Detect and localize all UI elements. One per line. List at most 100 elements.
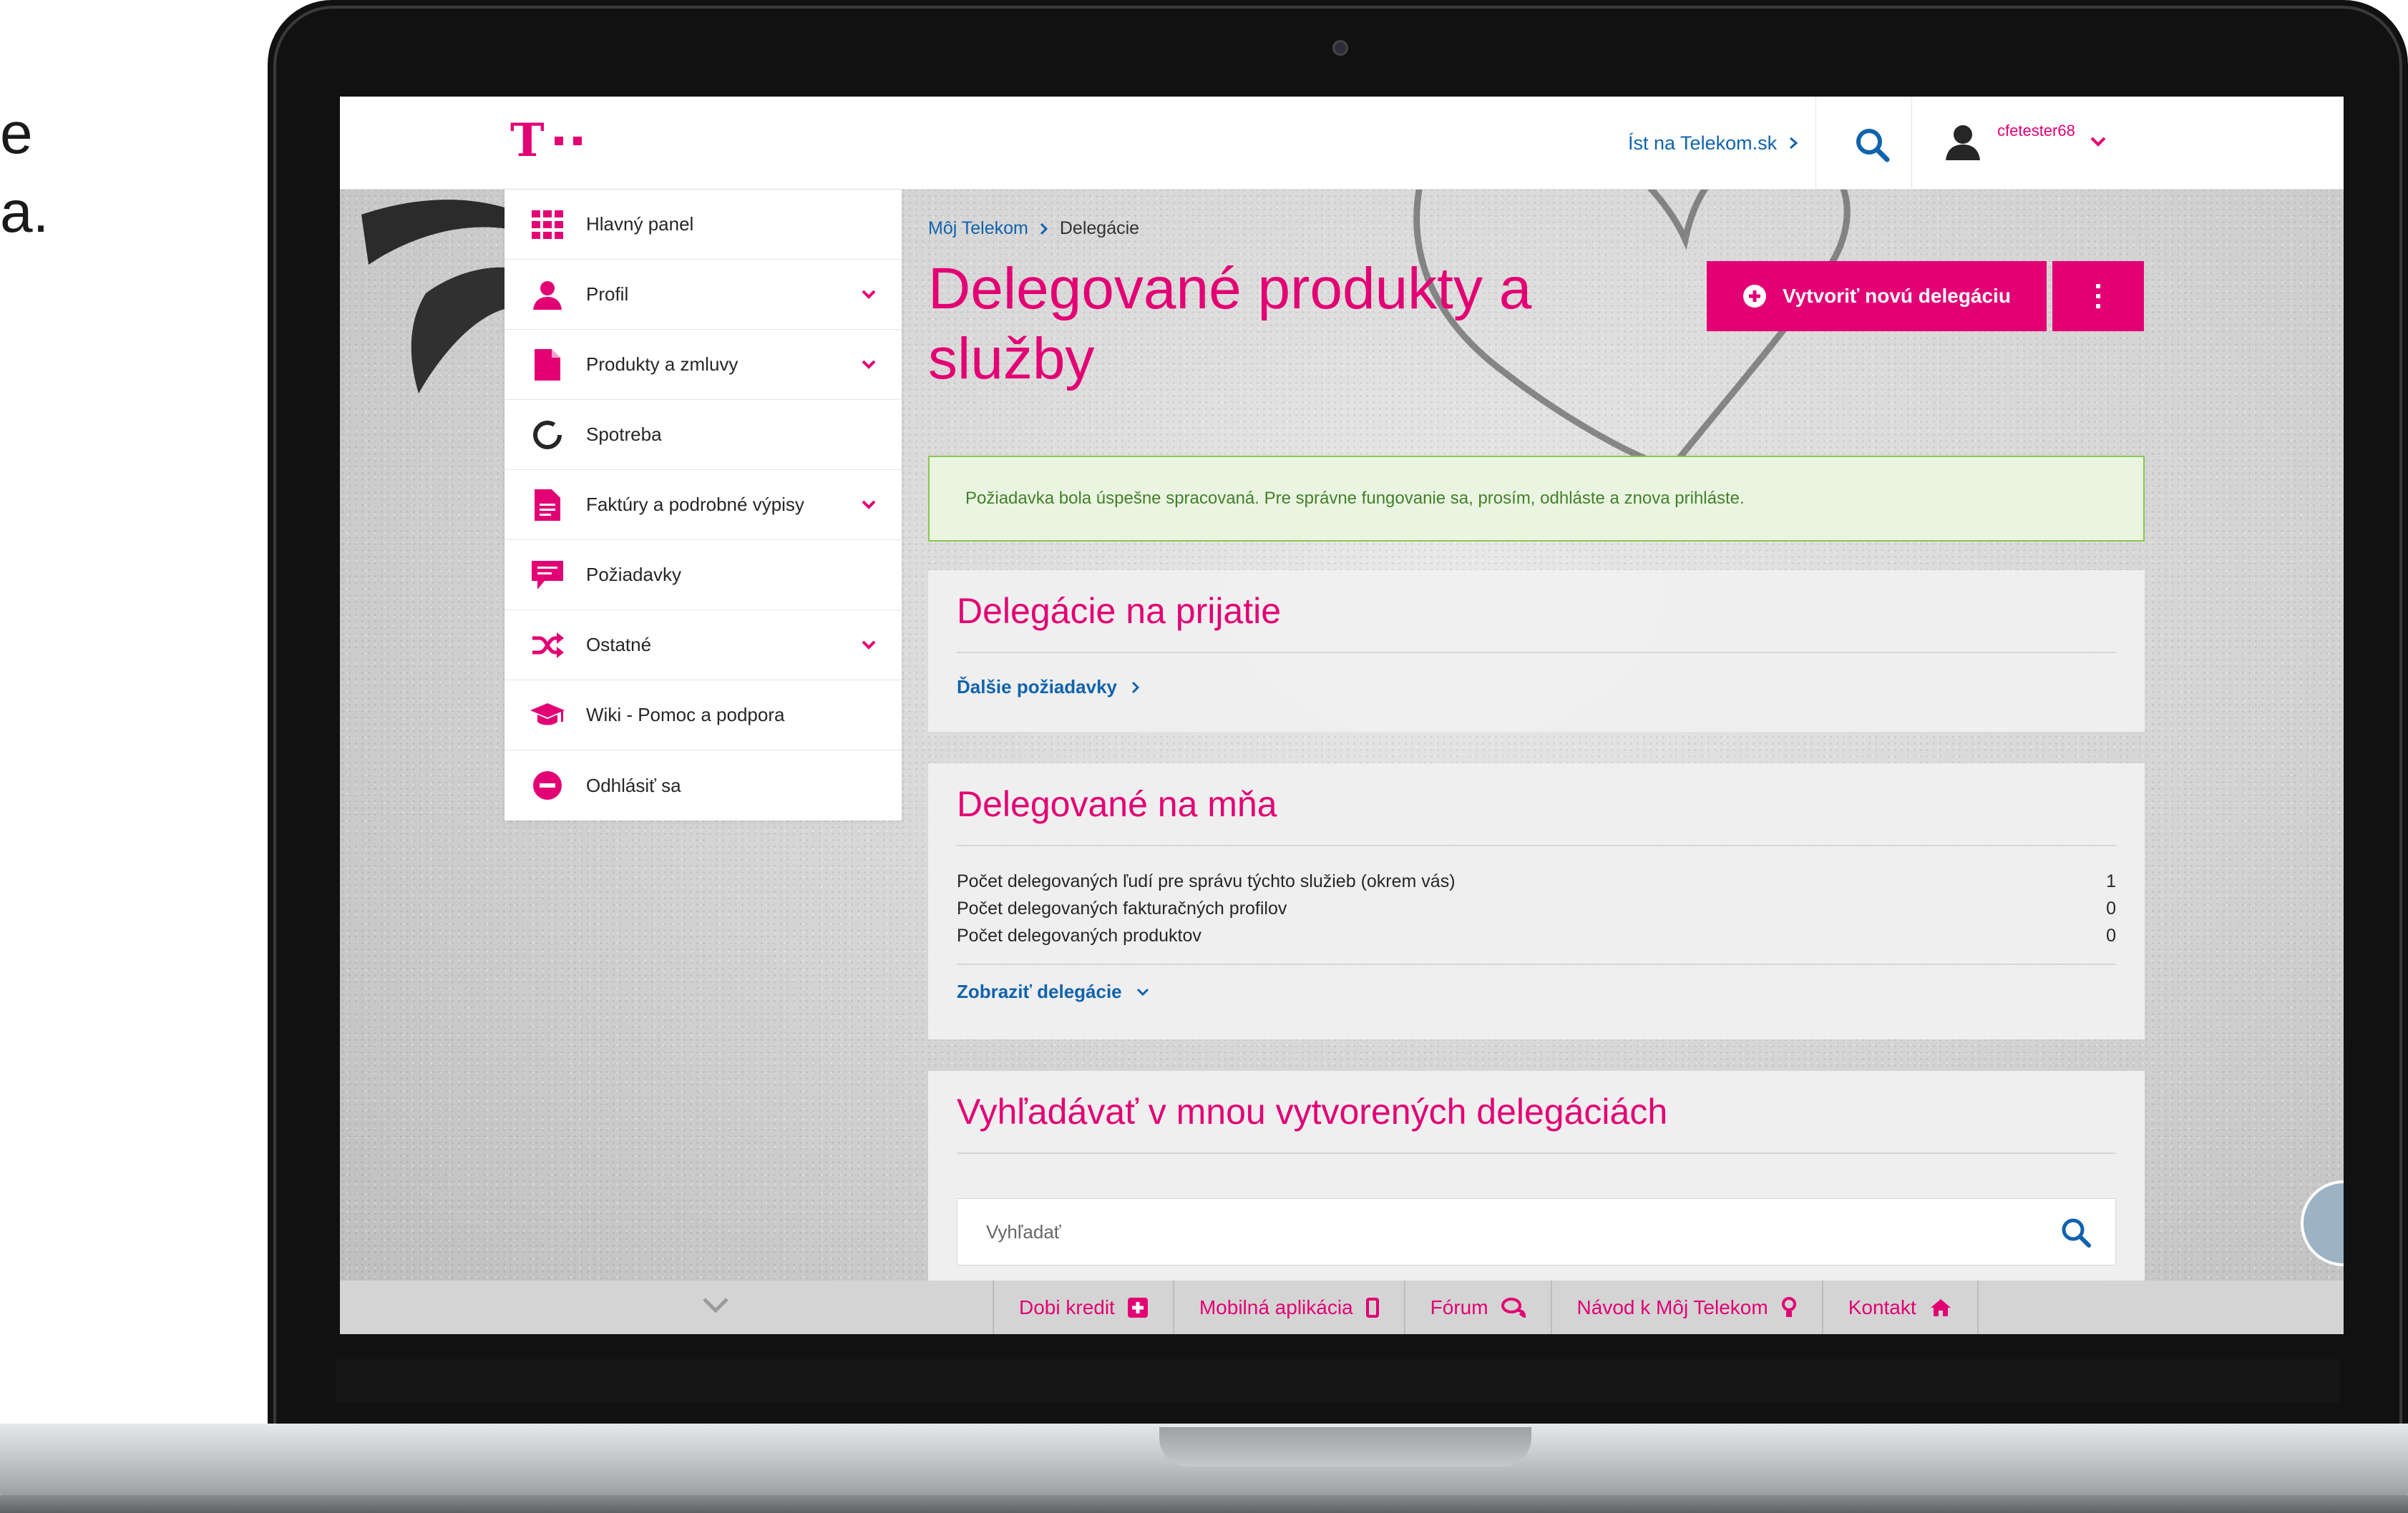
show-delegations-link[interactable]: Zobraziť delegácie [957,981,2116,1003]
chevron-down-icon[interactable] [701,1295,730,1316]
speech-icon [532,560,563,589]
sidebar-item-label: Profil [586,283,629,305]
document-icon [535,348,560,381]
minus-circle-icon [533,771,562,800]
search-delegations-card: Vyhľadávať v mnou vytvorených delegáciác… [928,1071,2145,1300]
stray-text-fragment: e [0,101,33,166]
ring-icon [533,420,562,449]
more-vertical-icon [2096,284,2100,308]
home-icon [1930,1298,1951,1316]
footer-link-label: Mobilná aplikácia [1199,1296,1353,1318]
success-alert: Požiadavka bola úspešne spracovaná. Pre … [928,456,2145,542]
go-to-telekom-label: Íst na Telekom.sk [1628,132,1778,154]
footer-links: Dobi kredit Mobilná aplikácia Fórum Návo… [993,1281,1979,1334]
screen: T Íst na Telekom.sk cfetester68 Hlavný p… [340,97,2344,1334]
card-title: Vyhľadávať v mnou vytvorených delegáciác… [957,1071,2116,1154]
chat-icon [1501,1297,1526,1318]
sidebar-item-label: Požiadavky [586,564,681,585]
sidebar-item-label: Faktúry a podrobné výpisy [586,494,804,515]
go-to-telekom-link[interactable]: Íst na Telekom.sk [1628,125,1798,161]
chevron-down-icon [2090,137,2106,147]
user-avatar-icon [1946,125,1980,160]
stat-value: 0 [2106,898,2116,919]
sidebar-item-label: Spotreba [586,423,662,445]
sidebar-item-logout[interactable]: Odhlásiť sa [504,750,902,821]
more-requests-label: Ďalšie požiadavky [957,676,1117,697]
sidebar-item-profile[interactable]: Profil [504,260,902,330]
sidebar-item-wiki[interactable]: Wiki - Pomoc a podpora [504,680,902,750]
create-delegation-button[interactable]: Vytvoriť novú delegáciu [1707,261,2047,331]
card-title: Delegované na mňa [957,763,2116,846]
stat-label: Počet delegovaných produktov [957,925,1201,946]
page-title: Delegované produkty a služby [928,256,1532,391]
sidebar-item-label: Ostatné [586,634,652,655]
footer-link-label: Návod k Môj Telekom [1576,1296,1768,1318]
breadcrumb-current: Delegácie [1059,218,1140,238]
camera-icon [1332,40,1348,56]
chevron-right-icon [1040,222,1048,235]
stat-label: Počet delegovaných ľudí pre správu týcht… [957,871,1456,891]
stat-row: Počet delegovaných produktov 0 [957,922,2116,949]
user-menu[interactable]: cfetester68 [1943,117,2107,167]
sidebar-item-usage[interactable]: Spotreba [504,400,902,470]
stat-label: Počet delegovaných fakturačných profilov [957,898,1287,919]
more-options-button[interactable] [2052,261,2144,331]
stray-text-fragment: a. [0,180,49,245]
footer-contact-link[interactable]: Kontakt [1823,1281,1979,1334]
grid-icon [532,210,563,239]
sidebar-item-label: Produkty a zmluvy [586,353,739,375]
sidebar-item-requests[interactable]: Požiadavky [504,540,902,610]
footer-link-label: Dobi kredit [1019,1296,1115,1318]
chevron-down-icon [1136,988,1149,996]
seaweed-decoration [361,200,512,393]
search-input[interactable] [986,1220,1988,1243]
chevron-down-icon [862,290,876,299]
sidebar-item-invoices[interactable]: Faktúry a podrobné výpisy [504,470,902,540]
sidebar-item-other[interactable]: Ostatné [504,610,902,680]
laptop-bezel [336,1359,2340,1402]
sidebar-item-label: Hlavný panel [586,213,694,235]
laptop-notch [1159,1427,1531,1467]
stat-row: Počet delegovaných fakturačných profilov… [957,895,2116,922]
shuffle-icon [532,632,564,658]
plus-circle-icon [1743,285,1767,308]
chevron-right-icon [1131,681,1140,693]
search-icon[interactable] [2058,1215,2094,1250]
footer-guide-link[interactable]: Návod k Môj Telekom [1552,1281,1823,1334]
footer-link-label: Fórum [1430,1296,1488,1318]
telekom-logo[interactable]: T [510,118,582,164]
search-icon[interactable] [1851,124,1894,167]
chevron-right-icon [1790,137,1798,150]
username: cfetester68 [1997,122,2075,139]
stat-value: 0 [2106,925,2116,946]
sidebar-item-dashboard[interactable]: Hlavný panel [504,190,902,260]
plus-square-icon [1127,1297,1148,1318]
footer-topup-link[interactable]: Dobi kredit [993,1281,1174,1334]
graduation-cap-icon [530,702,565,725]
search-field [957,1198,2116,1265]
top-bar: T Íst na Telekom.sk cfetester68 [340,97,2344,190]
breadcrumb-root-link[interactable]: Môj Telekom [928,218,1028,239]
stat-value: 1 [2106,871,2116,891]
laptop-base-shadow [0,1495,2408,1513]
chevron-down-icon [862,500,876,509]
chevron-down-icon [862,360,876,369]
more-requests-link[interactable]: Ďalšie požiadavky [957,676,2116,698]
show-delegations-label: Zobraziť delegácie [957,981,1122,1002]
footer-link-label: Kontakt [1848,1296,1916,1318]
chevron-down-icon [862,640,876,650]
sidebar-item-label: Odhlásiť sa [586,774,681,796]
stat-row: Počet delegovaných ľudí pre správu týcht… [957,868,2116,895]
sidebar-item-products[interactable]: Produkty a zmluvy [504,330,902,400]
phone-icon [1365,1297,1379,1318]
footer-bar: Dobi kredit Mobilná aplikácia Fórum Návo… [340,1281,2344,1334]
footer-forum-link[interactable]: Fórum [1405,1281,1552,1334]
user-icon [533,280,562,310]
footer-mobile-app-link[interactable]: Mobilná aplikácia [1174,1281,1405,1334]
sidebar-item-label: Wiki - Pomoc a podpora [586,704,785,725]
delegation-stats: Počet delegovaných ľudí pre správu týcht… [957,846,2116,965]
delegated-to-me-card: Delegované na mňa Počet delegovaných ľud… [928,763,2145,1039]
invoice-icon [535,489,560,521]
card-title: Delegácie na prijatie [957,570,2116,653]
incoming-delegations-card: Delegácie na prijatie Ďalšie požiadavky [928,570,2145,732]
